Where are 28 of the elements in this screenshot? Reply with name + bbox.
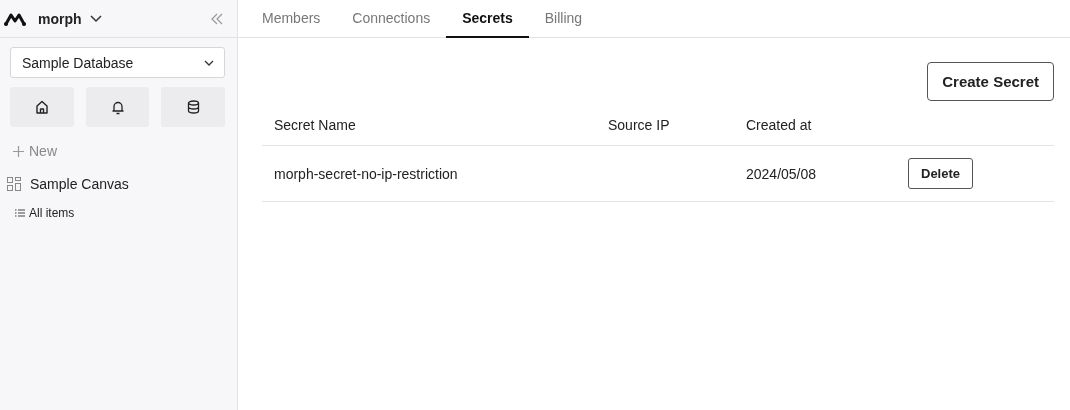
- column-header: Source IP: [608, 117, 671, 133]
- table-cell-text: morph-secret-no-ip-restriction: [273, 165, 459, 182]
- home-button[interactable]: [10, 87, 74, 127]
- database-button[interactable]: [161, 87, 225, 127]
- list-icon: [15, 209, 25, 217]
- plus-icon: [13, 145, 24, 157]
- column-header: Secret Name: [273, 117, 357, 133]
- table-cell-text: 2024/05/08: [746, 165, 818, 182]
- logo-icon: [4, 11, 26, 26]
- database-icon: [186, 100, 200, 114]
- sidebar-item[interactable]: Sample Canvas: [7, 176, 129, 192]
- tab[interactable]: Secrets: [446, 0, 529, 38]
- tab[interactable]: Connections: [336, 0, 447, 38]
- sidebar-item[interactable]: All items: [10, 206, 75, 220]
- workspace-name[interactable]: morph: [38, 10, 82, 27]
- chevron-down-icon: [204, 59, 214, 66]
- collapse-icon[interactable]: [211, 12, 223, 25]
- column-header: Created at: [746, 117, 813, 133]
- bell-icon: [110, 99, 125, 115]
- database-select[interactable]: Sample Database: [10, 47, 225, 78]
- tab[interactable]: Billing: [528, 0, 599, 38]
- tab[interactable]: Members: [246, 0, 337, 38]
- delete-button[interactable]: Delete: [908, 158, 974, 189]
- create-secret-button[interactable]: Create Secret: [927, 62, 1054, 101]
- grid-icon: [7, 177, 21, 191]
- home-icon: [34, 100, 49, 114]
- notifications-button[interactable]: [85, 87, 150, 127]
- chevron-down-icon[interactable]: [89, 14, 102, 23]
